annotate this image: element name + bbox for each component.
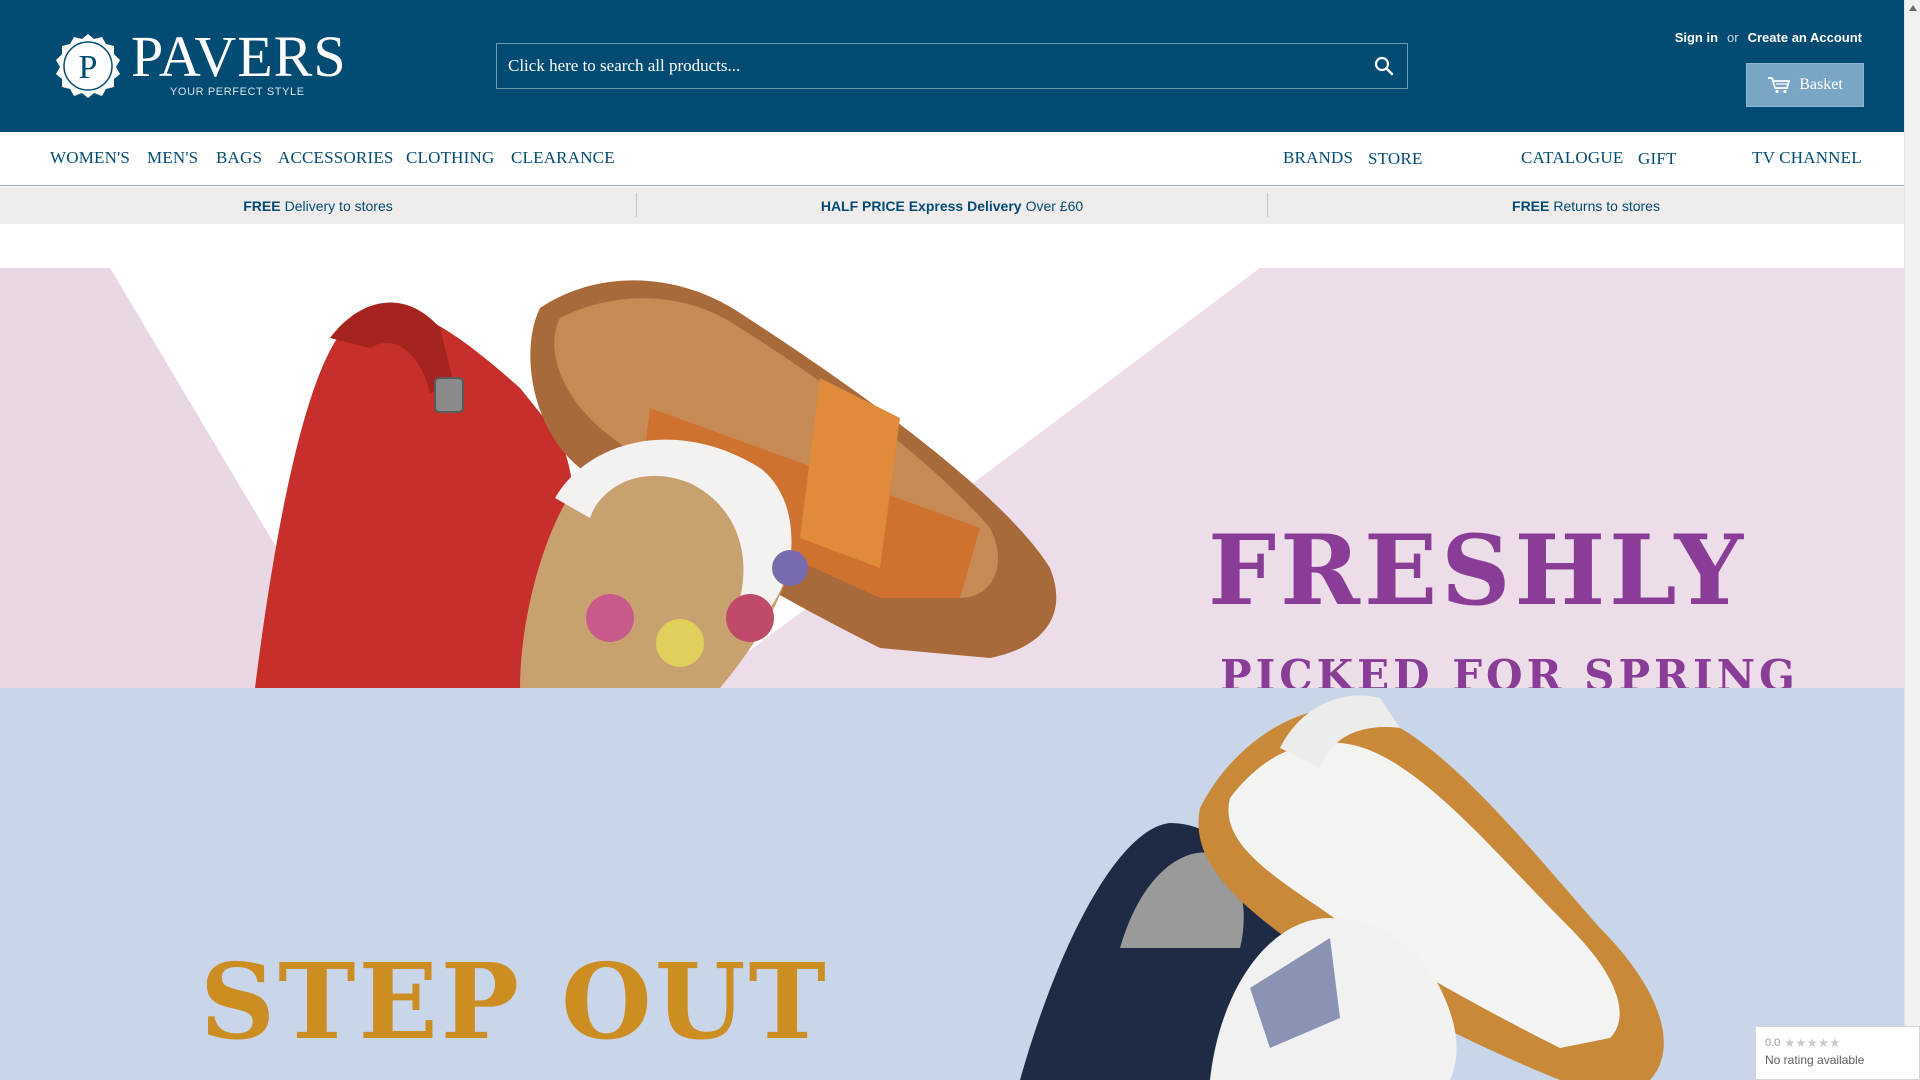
arrow-up-icon bbox=[1909, 5, 1917, 11]
promo-free-returns[interactable]: FREE Returns to stores bbox=[1268, 187, 1904, 224]
site-header: P PAVERS YOUR PERFECT STYLE Sign in or Cre… bbox=[0, 0, 1904, 132]
nav-item-mens[interactable]: MEN'S bbox=[147, 148, 198, 168]
basket-button[interactable]: Basket bbox=[1746, 63, 1864, 107]
rating-score: 0.0 bbox=[1765, 1037, 1781, 1049]
magnifier-icon bbox=[1374, 56, 1394, 76]
search-bar bbox=[496, 43, 1408, 89]
nav-item-accessories[interactable]: ACCESSORIES bbox=[278, 148, 394, 168]
promo-express-bold: HALF PRICE Express Delivery bbox=[820, 197, 1022, 214]
rating-text: No rating available bbox=[1765, 1053, 1865, 1067]
banner-spring-subline: PICKED FOR SPRING bbox=[1220, 651, 1799, 689]
account-links: Sign in or Create an Account bbox=[1675, 30, 1862, 45]
star-rating-icon: ★★★★★ bbox=[1784, 1036, 1841, 1050]
banner-step-out[interactable]: STEP OUT bbox=[0, 688, 1904, 1080]
promo-returns-text: Returns to stores bbox=[1553, 197, 1660, 214]
or-separator: or bbox=[1727, 30, 1739, 45]
sign-in-link[interactable]: Sign in bbox=[1675, 30, 1718, 45]
search-button[interactable] bbox=[1361, 44, 1407, 88]
promo-express-text: Over £60 bbox=[1025, 197, 1084, 214]
nav-item-clothing[interactable]: CLOTHING bbox=[406, 148, 494, 168]
logo-wordmark: PAVERS bbox=[131, 24, 347, 89]
banner-spring-headline: FRESHLY bbox=[1208, 514, 1748, 627]
cart-icon bbox=[1768, 77, 1791, 94]
create-account-link[interactable]: Create an Account bbox=[1748, 30, 1862, 45]
nav-item-bags[interactable]: BAGS bbox=[216, 148, 262, 168]
promo-delivery-bold: FREE bbox=[243, 197, 281, 214]
promo-delivery-text: Delivery to stores bbox=[284, 197, 393, 214]
nav-item-catalogue[interactable]: CATALOGUE bbox=[1521, 148, 1623, 168]
nav-item-womens[interactable]: WOMEN'S bbox=[50, 148, 130, 168]
nav-item-clearance[interactable]: CLEARANCE bbox=[511, 148, 615, 168]
page-scrollbar[interactable] bbox=[1904, 0, 1920, 1080]
promo-strip: FREE Delivery to stores HALF PRICE Expres… bbox=[0, 187, 1904, 224]
promo-free-delivery[interactable]: FREE Delivery to stores bbox=[0, 187, 636, 224]
nav-item-tv-channel[interactable]: TV CHANNEL bbox=[1752, 148, 1862, 168]
banner-spring[interactable]: FRESHLY PICKED FOR SPRING bbox=[0, 268, 1904, 688]
nav-item-brands[interactable]: BRANDS bbox=[1283, 148, 1353, 168]
scroll-up-button[interactable] bbox=[1905, 0, 1920, 16]
promo-express-delivery[interactable]: HALF PRICE Express Delivery Over £60 bbox=[637, 187, 1267, 224]
basket-label: Basket bbox=[1799, 76, 1843, 93]
search-input[interactable] bbox=[497, 44, 1357, 88]
logo-emblem-icon: P bbox=[56, 34, 120, 98]
logo-link[interactable]: P PAVERS YOUR PERFECT STYLE bbox=[54, 28, 346, 102]
main-nav: WOMEN'S MEN'S BAGS ACCESSORIES CLOTHING … bbox=[0, 132, 1904, 222]
promo-returns-bold: FREE bbox=[1512, 197, 1550, 214]
store-rating-badge[interactable]: 0.0 ★★★★★ No rating available bbox=[1755, 1026, 1920, 1080]
logo-tagline: YOUR PERFECT STYLE bbox=[170, 86, 305, 98]
banner-step-out-headline: STEP OUT bbox=[200, 940, 829, 1063]
logo-emblem-letter: P bbox=[79, 49, 98, 86]
